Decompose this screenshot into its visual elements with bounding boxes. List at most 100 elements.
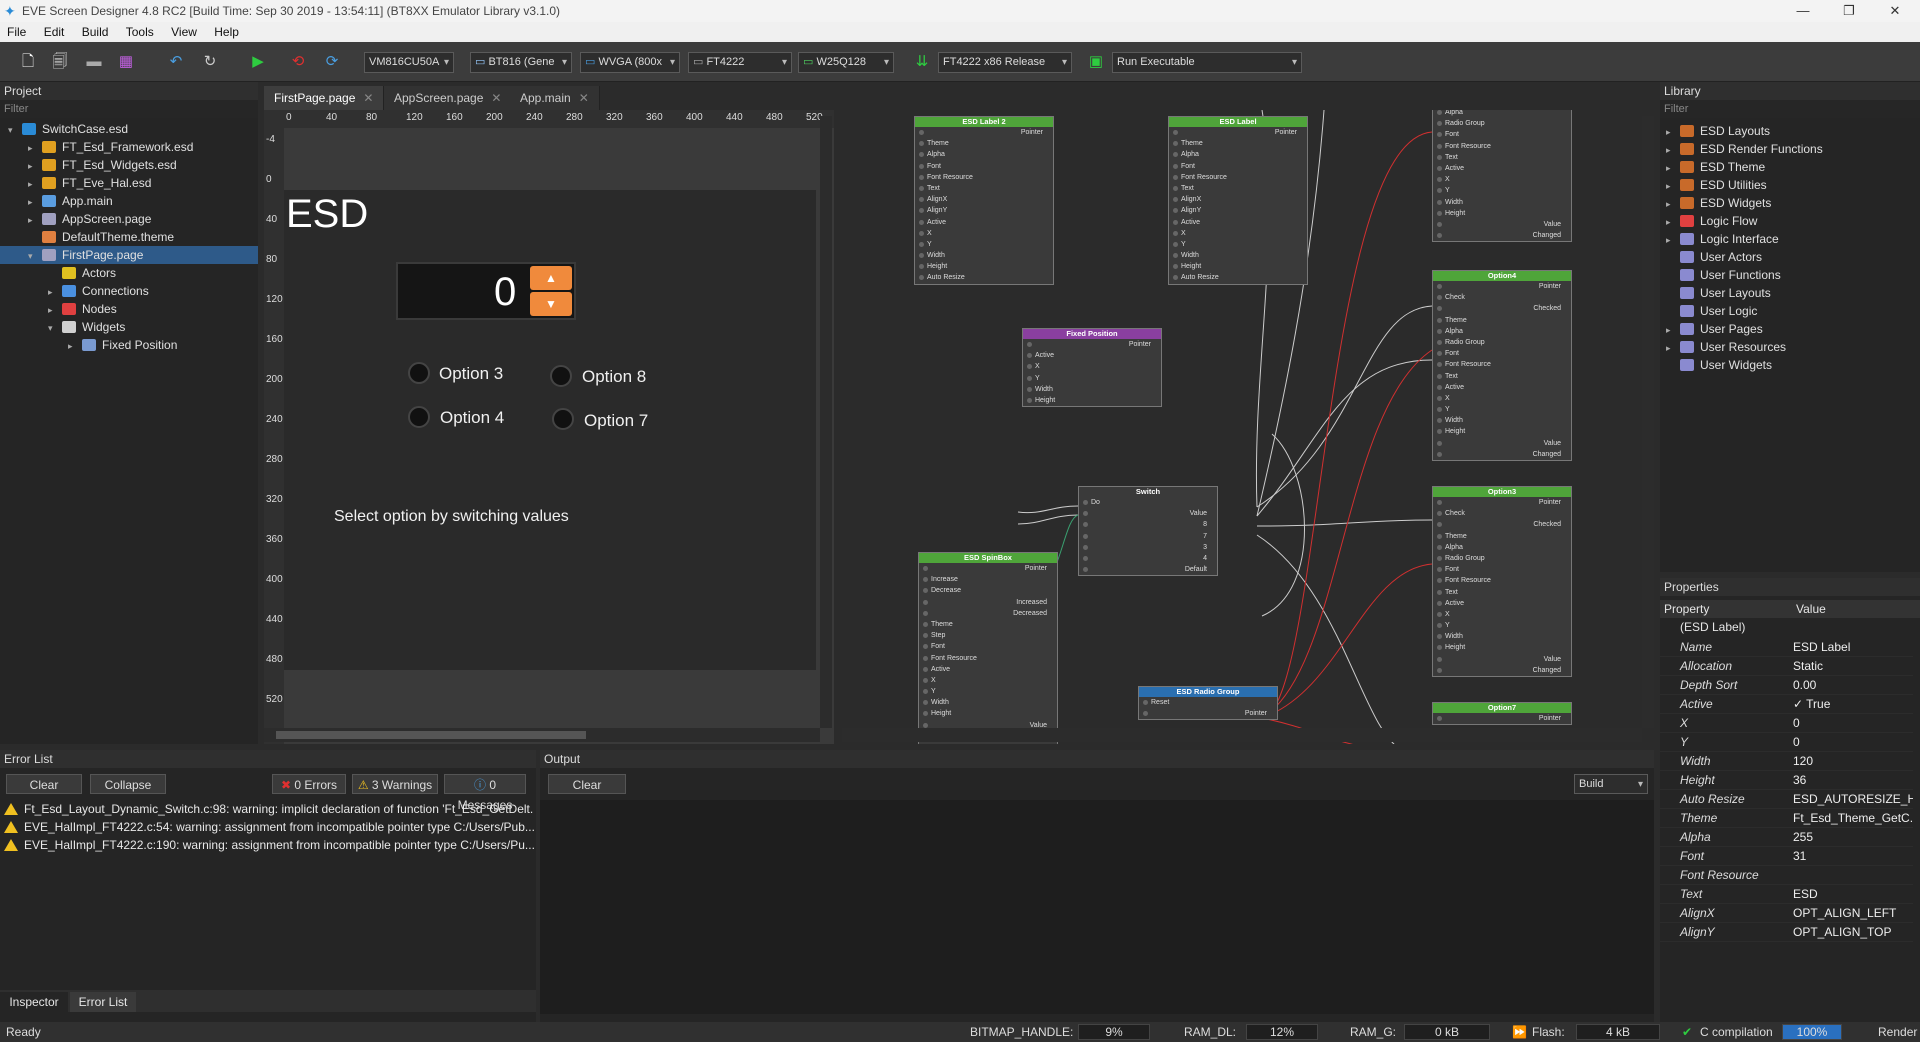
node-port[interactable]: Alpha <box>1433 326 1571 337</box>
logic-node[interactable]: Fixed Position Pointer Active X Y Width Height <box>1022 328 1162 408</box>
config-select[interactable]: FT4222 x86 Release <box>938 52 1072 73</box>
run-icon[interactable]: ▶ <box>248 52 268 72</box>
node-port[interactable]: Value <box>1433 654 1571 665</box>
project-item[interactable]: ▾ Widgets <box>0 318 258 336</box>
node-port[interactable]: Alpha <box>915 149 1053 160</box>
graph-vertical-scrollbar[interactable] <box>1642 116 1654 728</box>
property-row[interactable]: Height 36 <box>1660 771 1913 790</box>
node-port[interactable]: AlignX <box>915 194 1053 205</box>
node-port[interactable]: Text <box>1433 371 1571 382</box>
output-mode-select[interactable]: Build <box>1574 774 1648 794</box>
node-port[interactable]: Active <box>1023 350 1161 361</box>
node-port[interactable]: Changed <box>1433 665 1571 676</box>
node-port[interactable]: Increased <box>919 597 1057 608</box>
maximize-button[interactable]: ❐ <box>1826 0 1872 22</box>
flash-select[interactable]: ▭ W25Q128 <box>798 52 894 73</box>
expand-arrow-icon[interactable]: ▸ <box>28 139 38 157</box>
project-item[interactable]: Actors <box>0 264 258 282</box>
node-port[interactable]: Text <box>1433 587 1571 598</box>
tab-app-main[interactable]: App.main ✕ <box>510 86 600 110</box>
expand-arrow-icon[interactable]: ▸ <box>1666 231 1676 249</box>
expand-arrow-icon[interactable]: ▸ <box>1666 177 1676 195</box>
node-port[interactable]: Changed <box>1433 449 1571 460</box>
node-port[interactable]: Font Resource <box>919 653 1057 664</box>
node-port[interactable]: Pointer <box>919 563 1057 574</box>
node-port[interactable]: Checked <box>1433 303 1571 314</box>
resolution-select[interactable]: ▭ WVGA (800x <box>580 52 680 73</box>
radio-option-8[interactable] <box>550 365 572 387</box>
chip-select[interactable]: ▭ BT816 (Gene <box>470 52 572 73</box>
node-port[interactable]: Do <box>1079 497 1217 508</box>
node-port[interactable]: Check <box>1433 508 1571 519</box>
node-port[interactable]: Y <box>915 239 1053 250</box>
menu-build[interactable]: Build <box>75 22 116 42</box>
node-port[interactable]: Checked <box>1433 519 1571 530</box>
node-port[interactable]: Changed <box>1433 230 1571 241</box>
screen-canvas[interactable]: ESD 0 ▲ ▼ Option 3 Option 8 Option 4 Opt… <box>284 190 816 670</box>
node-port[interactable]: Font <box>1433 129 1571 140</box>
library-item[interactable]: ▸ ESD Widgets <box>1660 194 1771 212</box>
node-port[interactable]: Active <box>915 217 1053 228</box>
module-select[interactable]: VM816CU50A <box>364 52 454 73</box>
messages-filter-button[interactable]: ⓘ 0 Messages <box>444 774 526 812</box>
expand-arrow-icon[interactable]: ▸ <box>1666 321 1676 339</box>
download-icon[interactable]: ⇊ <box>912 52 932 72</box>
node-port[interactable]: X <box>1433 609 1571 620</box>
node-port[interactable]: Y <box>919 686 1057 697</box>
expand-arrow-icon[interactable]: ▸ <box>28 175 38 193</box>
expand-arrow-icon[interactable]: ▸ <box>28 193 38 211</box>
property-row[interactable]: Font Resource <box>1660 866 1913 885</box>
stop-icon[interactable]: ⟲ <box>288 52 308 72</box>
close-tab-icon[interactable]: ✕ <box>363 91 373 105</box>
node-port[interactable]: Y <box>1169 239 1307 250</box>
library-item[interactable]: User Logic <box>1660 302 1757 320</box>
node-port[interactable]: AlignY <box>1169 205 1307 216</box>
node-port[interactable]: Pointer <box>1139 708 1277 719</box>
property-value[interactable]: ESD Label <box>1793 638 1913 657</box>
node-port[interactable]: Theme <box>915 138 1053 149</box>
library-filter-input[interactable]: Filter <box>1660 100 1920 118</box>
scrollbar-thumb[interactable] <box>276 731 586 739</box>
hint-label[interactable]: Select option by switching values <box>334 508 569 526</box>
property-value[interactable]: Static <box>1793 657 1913 676</box>
node-port[interactable]: Theme <box>1169 138 1307 149</box>
node-port[interactable]: Decrease <box>919 585 1057 596</box>
library-item[interactable]: ▸ ESD Layouts <box>1660 122 1770 140</box>
project-item[interactable]: ▸ App.main <box>0 192 258 210</box>
node-port[interactable]: Font Resource <box>915 172 1053 183</box>
node-port[interactable]: Active <box>1433 598 1571 609</box>
node-port[interactable]: 4 <box>1079 553 1217 564</box>
node-port[interactable]: 3 <box>1079 542 1217 553</box>
node-port[interactable]: Value <box>1433 219 1571 230</box>
node-port[interactable]: Width <box>1169 250 1307 261</box>
node-port[interactable]: Auto Resize <box>1169 272 1307 283</box>
node-port[interactable]: Text <box>915 183 1053 194</box>
property-row[interactable]: AlignX OPT_ALIGN_LEFT <box>1660 904 1913 923</box>
node-port[interactable]: Height <box>1433 426 1571 437</box>
node-port[interactable]: Font Resource <box>1433 359 1571 370</box>
node-port[interactable]: Pointer <box>1433 713 1571 724</box>
tab-error-list[interactable]: Error List <box>70 992 136 1012</box>
node-port[interactable]: Height <box>919 708 1057 719</box>
collapse-button[interactable]: Collapse <box>90 774 166 794</box>
node-port[interactable]: Theme <box>1433 315 1571 326</box>
property-row[interactable]: Width 120 <box>1660 752 1913 771</box>
tab-appscreen[interactable]: AppScreen.page ✕ <box>384 86 513 110</box>
node-port[interactable]: Active <box>1433 382 1571 393</box>
project-item[interactable]: DefaultTheme.theme <box>0 228 258 246</box>
project-item[interactable]: ▾ SwitchCase.esd <box>0 120 258 138</box>
library-item[interactable]: User Layouts <box>1660 284 1771 302</box>
spinbox-increase-button[interactable]: ▲ <box>530 266 572 290</box>
logic-node[interactable]: ESD Label Pointer Theme Alpha Font Font Resou… <box>1168 116 1308 285</box>
node-port[interactable]: Font <box>1433 348 1571 359</box>
node-port[interactable]: Height <box>1169 261 1307 272</box>
node-port[interactable]: Active <box>919 664 1057 675</box>
node-port[interactable]: Active <box>1433 163 1571 174</box>
clear-output-button[interactable]: Clear <box>548 774 626 794</box>
library-item[interactable]: ▸ User Resources <box>1660 338 1786 356</box>
logic-node[interactable]: ESD Radio Group Reset Pointer <box>1138 686 1278 721</box>
save-all-icon[interactable]: ▦ <box>116 52 136 72</box>
library-item[interactable]: ▸ Logic Flow <box>1660 212 1757 230</box>
project-item[interactable]: ▸ Connections <box>0 282 258 300</box>
expand-arrow-icon[interactable]: ▸ <box>48 301 58 319</box>
